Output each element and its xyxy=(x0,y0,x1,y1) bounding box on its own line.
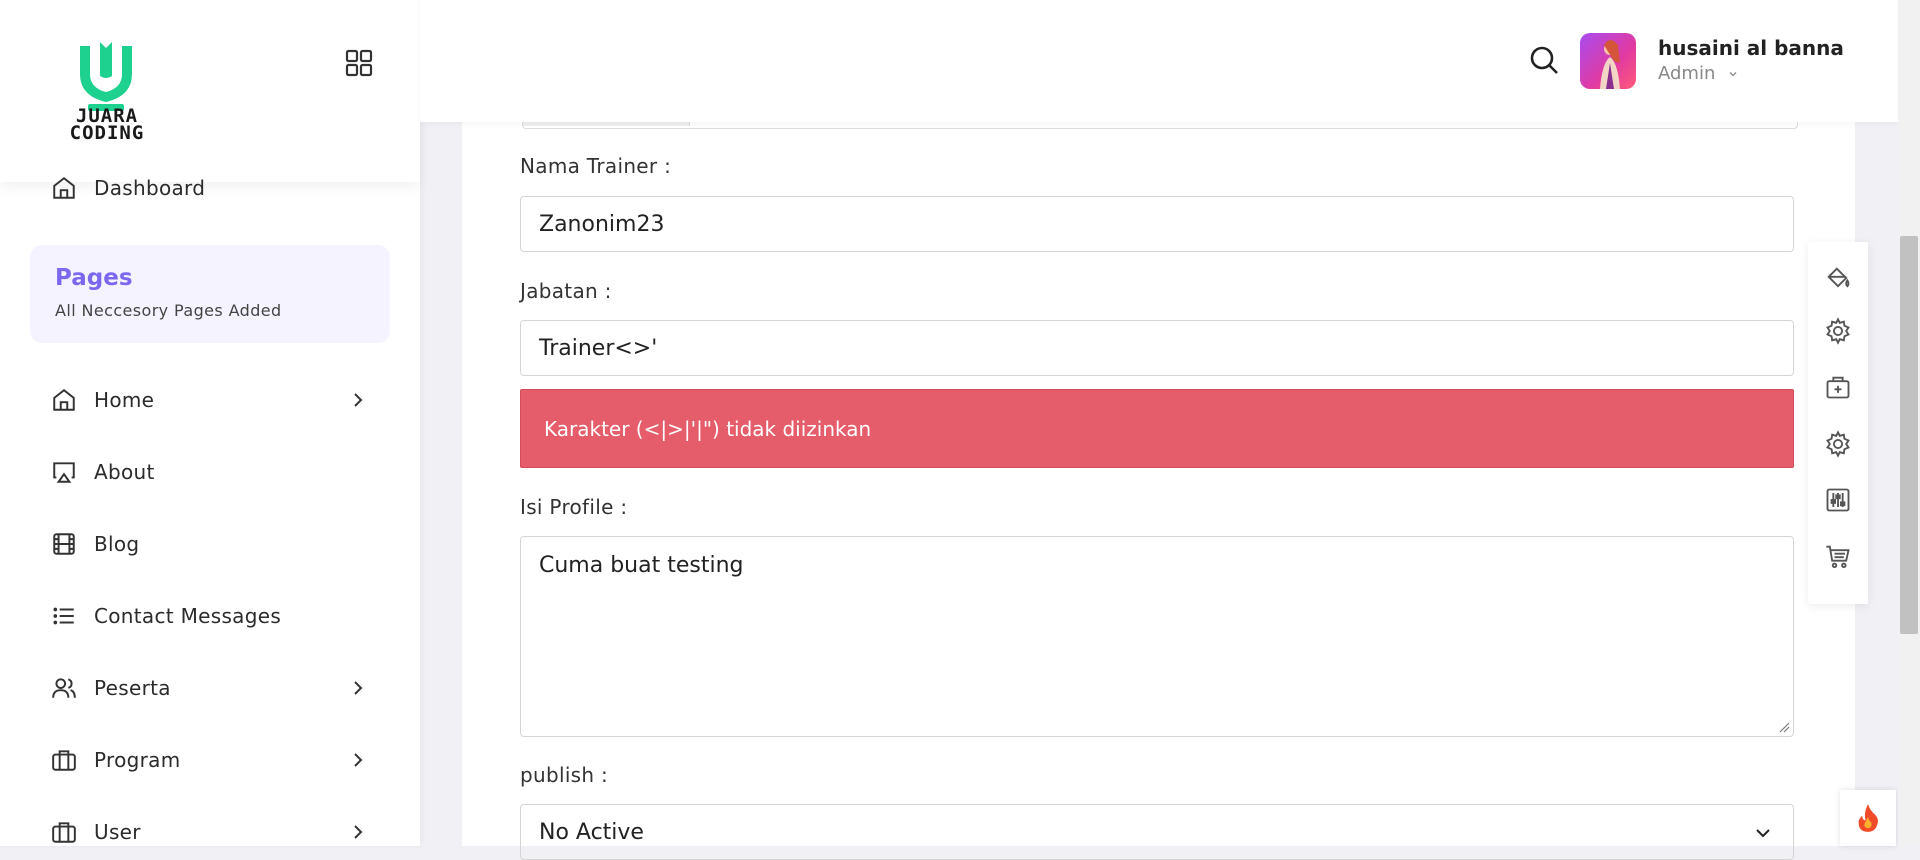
nama-trainer-input[interactable]: Zanonim23 xyxy=(520,196,1794,252)
sidebar-item-about[interactable]: About xyxy=(50,452,370,492)
pages-card-subtitle: All Neccesory Pages Added xyxy=(55,301,282,320)
medical-bag-icon[interactable] xyxy=(1824,373,1852,401)
search-icon[interactable] xyxy=(1528,44,1560,76)
user-role-label: Admin xyxy=(1658,63,1716,84)
paint-bucket-icon[interactable] xyxy=(1824,264,1852,292)
avatar[interactable] xyxy=(1580,33,1636,89)
home-icon xyxy=(50,386,78,414)
list-icon xyxy=(50,602,78,630)
sidebar-item-dashboard[interactable]: Dashboard xyxy=(50,168,370,208)
sidebar-item-label: Home xyxy=(94,388,155,412)
chevron-right-icon xyxy=(354,753,363,767)
top-header: husaini al banna Admin xyxy=(420,0,1900,122)
sidebar-item-peserta[interactable]: Peserta xyxy=(50,668,370,708)
settings-icon[interactable] xyxy=(1824,430,1852,458)
logo-text: JUARA CODING xyxy=(52,107,162,144)
sidebar-item-label: User xyxy=(94,820,141,844)
sidebar-item-program[interactable]: Program xyxy=(50,740,370,780)
film-icon xyxy=(50,530,78,558)
logo-text-line2: CODING xyxy=(69,122,145,144)
chevron-down-icon xyxy=(1729,72,1737,77)
cart-icon[interactable] xyxy=(1824,542,1852,570)
chevron-right-icon xyxy=(354,681,363,695)
jabatan-label: Jabatan : xyxy=(520,279,612,303)
grid-menu-icon[interactable] xyxy=(344,48,374,78)
pages-card: Pages All Neccesory Pages Added xyxy=(30,245,390,343)
sliders-icon[interactable] xyxy=(1824,486,1852,514)
publish-select[interactable]: No Active xyxy=(520,804,1794,860)
sidebar-item-user[interactable]: User xyxy=(50,812,370,852)
publish-selected-value: No Active xyxy=(539,819,644,845)
sidebar-item-label: Contact Messages xyxy=(94,604,282,628)
home-icon xyxy=(50,174,78,202)
sidebar-item-label: Program xyxy=(94,748,181,772)
chevron-down-icon xyxy=(1756,829,1770,838)
chevron-right-icon xyxy=(354,393,363,407)
airplay-icon xyxy=(50,458,78,486)
pages-card-title: Pages xyxy=(55,265,133,291)
jabatan-value: Trainer<>' xyxy=(539,335,658,361)
sidebar-item-label: Dashboard xyxy=(94,176,206,200)
settings-icon[interactable] xyxy=(1824,317,1852,345)
nama-trainer-value: Zanonim23 xyxy=(539,211,665,237)
page-scrollbar[interactable] xyxy=(1898,0,1920,846)
error-alert-text: Karakter (<|>|'|") tidak diizinkan xyxy=(544,416,872,441)
isi-profile-textarea[interactable]: Cuma buat testing xyxy=(520,536,1794,737)
isi-profile-label: Isi Profile : xyxy=(520,495,628,519)
sidebar-item-label: About xyxy=(94,460,155,484)
fire-icon xyxy=(1858,804,1878,832)
users-icon xyxy=(50,674,78,702)
fire-button[interactable] xyxy=(1840,790,1896,846)
user-role-dropdown[interactable]: Admin xyxy=(1658,63,1739,84)
resize-handle-icon[interactable] xyxy=(1778,721,1790,733)
user-name: husaini al banna xyxy=(1658,36,1844,60)
isi-profile-value: Cuma buat testing xyxy=(539,553,744,578)
sidebar-item-label: Peserta xyxy=(94,676,171,700)
sidebar-item-home[interactable]: Home xyxy=(50,380,370,420)
brand-header: JUARA CODING xyxy=(0,0,420,182)
chevron-right-icon xyxy=(354,825,363,839)
sidebar-item-blog[interactable]: Blog xyxy=(50,524,370,564)
error-alert: Karakter (<|>|'|") tidak diizinkan xyxy=(520,389,1794,468)
briefcase-icon xyxy=(50,746,78,774)
jabatan-input[interactable]: Trainer<>' xyxy=(520,320,1794,376)
publish-label: publish : xyxy=(520,763,609,787)
scrollbar-thumb[interactable] xyxy=(1900,236,1918,634)
briefcase-icon xyxy=(50,818,78,846)
form-card: Nama Trainer : Zanonim23 Jabatan : Train… xyxy=(462,0,1855,860)
sidebar: JUARA CODING Dashboard Pages All Necceso… xyxy=(0,0,420,846)
nama-trainer-label: Nama Trainer : xyxy=(520,154,672,178)
right-toolbar xyxy=(1808,242,1868,604)
sidebar-item-label: Blog xyxy=(94,532,140,556)
sidebar-item-contact-messages[interactable]: Contact Messages xyxy=(50,596,370,636)
